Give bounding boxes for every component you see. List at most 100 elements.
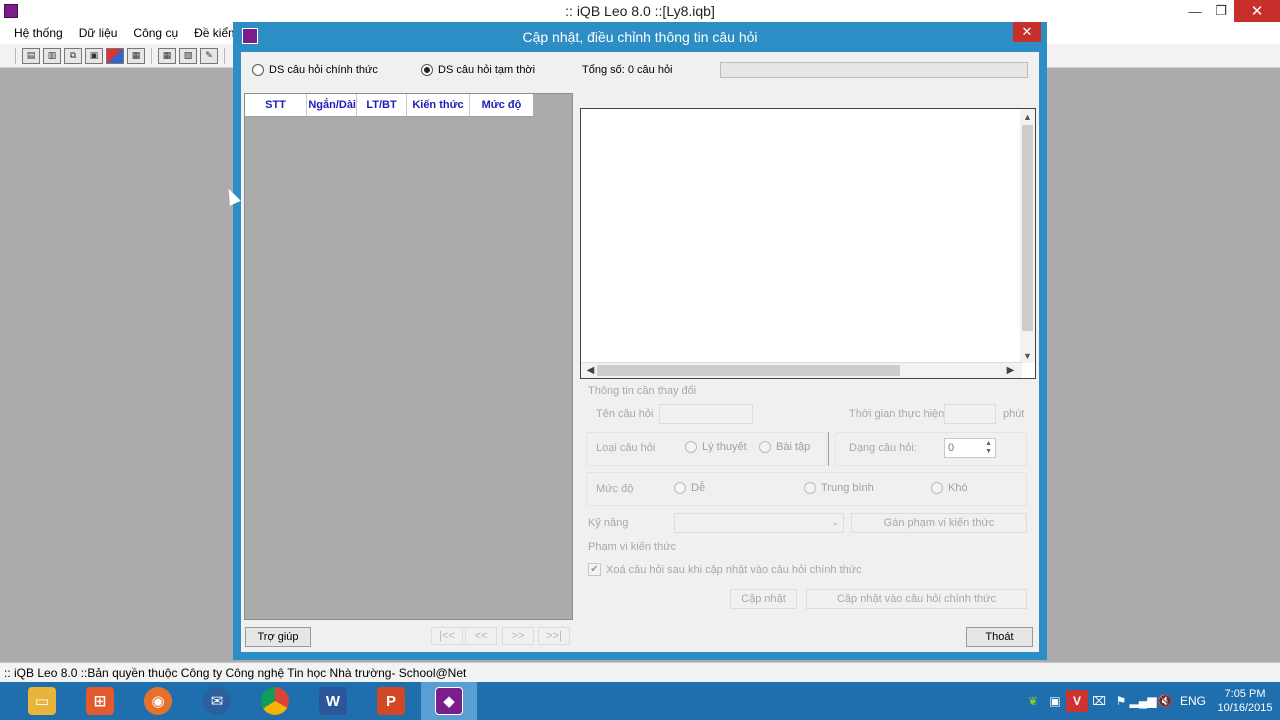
radio-dot-selected <box>421 64 433 76</box>
edit-icon[interactable]: ✎ <box>200 47 218 64</box>
leaf-icon[interactable]: ❦ <box>1022 690 1044 712</box>
dialog-title: Cập nhật, điều chỉnh thông tin câu hỏi <box>522 29 758 45</box>
remote-icon: ⊞ <box>86 687 114 715</box>
info-group-title: Thông tin cần thay đổi <box>588 385 697 397</box>
nav-next-button[interactable]: >> <box>502 627 534 645</box>
radio-medium[interactable]: Trung bình <box>804 482 874 494</box>
document-icon[interactable]: ▤ <box>22 47 40 64</box>
scroll-right-icon[interactable]: ▶ <box>1003 363 1018 378</box>
restore-button[interactable]: ❐ <box>1208 0 1234 22</box>
scroll-up-icon[interactable]: ▲ <box>1020 109 1035 124</box>
scroll-down-icon[interactable]: ▼ <box>1020 348 1035 363</box>
v-icon[interactable]: V <box>1066 690 1088 712</box>
taskbar-word[interactable]: W <box>305 682 361 720</box>
skill-label: Kỹ năng <box>588 517 629 529</box>
powerpoint-icon: P <box>377 687 405 715</box>
type-divider <box>828 432 829 466</box>
nav-last-button[interactable]: >>| <box>538 627 570 645</box>
radio-theory[interactable]: Lý thuyết <box>685 441 747 453</box>
horizontal-scrollbar[interactable]: ◀ ▶ <box>581 362 1022 378</box>
question-form-label: Dạng câu hỏi: <box>849 442 917 454</box>
chevron-down-icon: ⌄ <box>831 517 839 527</box>
time-input[interactable] <box>944 404 996 424</box>
update-official-button[interactable]: Cập nhật vào câu hỏi chính thức <box>806 589 1027 609</box>
chrome-icon <box>261 687 289 715</box>
menu-du-lieu[interactable]: Dữ liệu <box>71 26 126 40</box>
scope-label: Phạm vi kiến thức <box>588 541 677 553</box>
assign-scope-button[interactable]: Gán phạm vi kiến thức <box>851 513 1027 533</box>
list-icon[interactable]: ▥ <box>43 47 61 64</box>
table-icon[interactable]: ▦ <box>158 47 176 64</box>
paste-icon[interactable]: ▣ <box>85 47 103 64</box>
nav-first-button[interactable]: |<< <box>431 627 463 645</box>
taskbar-powerpoint[interactable]: P <box>363 682 419 720</box>
question-type-label: Loại câu hỏi <box>596 442 656 454</box>
monitor-icon[interactable]: ▣ <box>1044 690 1066 712</box>
radio-exercise[interactable]: Bài tập <box>759 441 810 453</box>
form-icon[interactable]: ▧ <box>179 47 197 64</box>
scroll-left-icon[interactable]: ◀ <box>583 363 598 378</box>
taskbar-remote[interactable]: ⊞ <box>72 682 128 720</box>
toolbar-separator <box>224 47 225 64</box>
col-lt-bt[interactable]: LT/BT <box>357 94 407 116</box>
close-button[interactable]: ✕ <box>1234 0 1280 22</box>
taskbar-firefox[interactable]: ◉ <box>130 682 186 720</box>
minimize-button[interactable]: — <box>1182 0 1208 22</box>
radio-theory-label: Lý thuyết <box>702 441 747 453</box>
menu-he-thong[interactable]: Hệ thống <box>6 26 71 40</box>
update-button[interactable]: Cập nhật <box>730 589 797 609</box>
volume-muted-icon[interactable]: 🔇 <box>1154 690 1176 712</box>
menu-cong-cu[interactable]: Công cụ <box>125 26 186 40</box>
question-name-input[interactable] <box>659 404 753 424</box>
delete-after-checkbox[interactable]: ✔ Xoá câu hỏi sau khi cập nhật vào câu h… <box>588 563 862 576</box>
network-icon[interactable]: ▂▄▆ <box>1130 690 1157 712</box>
question-form-stepper[interactable]: 0 ▲ ▼ <box>944 438 996 458</box>
radio-official-label: DS câu hỏi chính thức <box>269 64 378 76</box>
question-content-box[interactable]: ▲ ▼ ◀ ▶ <box>580 108 1036 379</box>
image-icon[interactable]: ▦ <box>127 47 145 64</box>
taskbar-file-explorer[interactable]: ▭ <box>14 682 70 720</box>
radio-medium-label: Trung bình <box>821 482 874 494</box>
hscroll-thumb[interactable] <box>597 365 900 376</box>
radio-dot <box>685 441 697 453</box>
chart-icon[interactable] <box>106 47 124 64</box>
radio-official-list[interactable]: DS câu hỏi chính thức <box>252 64 378 76</box>
taskbar-iqb-leo[interactable]: ◆ <box>421 682 477 720</box>
col-stt[interactable]: STT <box>245 94 307 116</box>
vertical-scrollbar[interactable]: ▲ ▼ <box>1020 109 1035 363</box>
radio-hard[interactable]: Khó <box>931 482 968 494</box>
copy-icon[interactable]: ⧉ <box>64 47 82 64</box>
radio-easy[interactable]: Dễ <box>674 482 705 494</box>
dialog-close-button[interactable]: ✕ <box>1013 22 1041 42</box>
radio-dot <box>804 482 816 494</box>
app-titlebar: :: iQB Leo 8.0 ::[Ly8.iqb] — ❐ ✕ <box>0 0 1280 22</box>
scroll-thumb[interactable] <box>1022 125 1033 331</box>
exit-button[interactable]: Thoát <box>966 627 1033 647</box>
radio-easy-label: Dễ <box>691 482 706 494</box>
grid-header: STT Ngắn/Dài LT/BT Kiến thức Mức độ <box>245 94 533 117</box>
clock[interactable]: 7:05 PM 10/16/2015 <box>1210 687 1280 715</box>
nav-prev-button[interactable]: << <box>465 627 497 645</box>
radio-dot <box>931 482 943 494</box>
level-label: Mức độ <box>596 483 634 495</box>
taskbar-thunderbird[interactable]: ✉ <box>189 682 245 720</box>
toolbar-separator <box>15 47 16 64</box>
dialog-titlebar[interactable]: Cập nhật, điều chỉnh thông tin câu hỏi ✕ <box>233 22 1047 50</box>
taskbar-chrome[interactable] <box>247 682 303 720</box>
remote-tray-icon[interactable]: ⌧ <box>1088 690 1110 712</box>
stepper-arrows-icon[interactable]: ▲ ▼ <box>985 440 992 456</box>
language-indicator[interactable]: ENG <box>1176 690 1210 712</box>
dialog-body: DS câu hỏi chính thức DS câu hỏi tạm thờ… <box>241 52 1039 652</box>
taskbar: ▭ ⊞ ◉ ✉ W P ◆ ❦ ▣ V ⌧ ⚑ ▂▄▆ 🔇 ENG 7:05 P… <box>0 682 1280 720</box>
question-name-label: Tên câu hỏi <box>596 408 654 420</box>
question-grid[interactable]: STT Ngắn/Dài LT/BT Kiến thức Mức độ <box>244 93 573 620</box>
skill-dropdown[interactable]: ⌄ <box>674 513 844 533</box>
help-button[interactable]: Trợ giúp <box>245 627 311 647</box>
checkbox-checked-icon: ✔ <box>588 563 601 576</box>
col-level[interactable]: Mức độ <box>470 94 533 116</box>
word-icon: W <box>319 687 347 715</box>
col-short-long[interactable]: Ngắn/Dài <box>307 94 357 116</box>
radio-temporary-list[interactable]: DS câu hỏi tạm thời <box>421 64 535 76</box>
col-knowledge[interactable]: Kiến thức <box>407 94 470 116</box>
folder-icon: ▭ <box>28 687 56 715</box>
